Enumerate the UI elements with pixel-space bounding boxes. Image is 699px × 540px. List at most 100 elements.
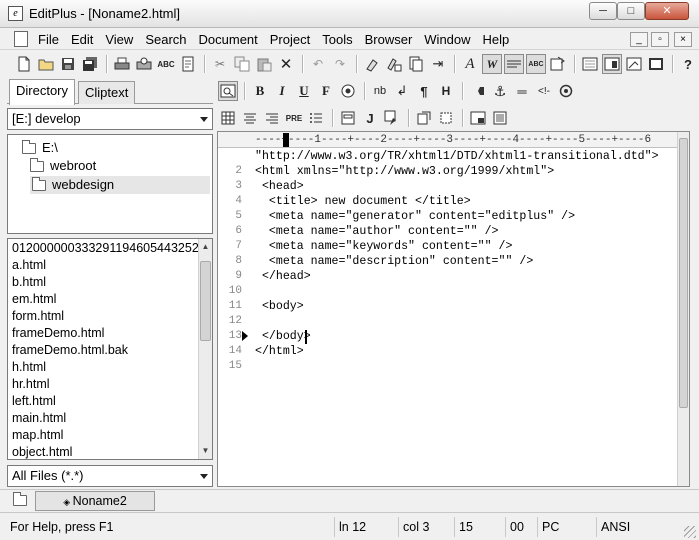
menu-tools[interactable]: Tools [322,32,352,48]
directory-tree[interactable]: E:\ webroot webdesign [7,134,213,234]
code-line[interactable] [255,314,685,329]
tree-item[interactable]: webroot [30,157,96,175]
link-icon[interactable] [468,81,488,101]
font-tag-button[interactable]: F [316,81,336,101]
list-icon[interactable] [306,108,326,128]
copy-icon[interactable] [232,54,252,74]
code-line[interactable]: <meta name="generator" content="editplus… [255,209,685,224]
list-item[interactable]: frameDemo.html [12,325,200,342]
cut-icon[interactable]: ✂ [210,54,230,74]
status-encoding[interactable]: ANSI [596,517,630,537]
table-icon[interactable] [218,108,238,128]
print-preview-icon[interactable] [134,54,154,74]
html-preview-icon[interactable] [218,81,238,101]
line-break-button[interactable]: ↲ [392,81,412,101]
tab-cliptext[interactable]: Cliptext [78,81,136,104]
code-line[interactable]: <body> [255,299,685,314]
code-line[interactable]: <title> new document </title> [255,194,685,209]
file-list-scrollbar[interactable]: ▲ ▼ [198,239,212,459]
toolbar-toggle-icon[interactable] [490,108,510,128]
list-item[interactable]: h.html [12,359,200,376]
menu-edit[interactable]: Edit [71,32,93,48]
close-button[interactable]: ✕ [645,2,689,20]
scroll-thumb[interactable] [200,261,211,341]
script-button[interactable]: J [360,108,380,128]
maximize-button[interactable]: □ [617,2,645,20]
list-item[interactable]: main.html [12,410,200,427]
italic-button[interactable]: I [272,81,292,101]
code-line[interactable]: </html> [255,344,685,359]
mdi-restore-button[interactable]: ▫ [651,32,669,47]
find-in-files-icon[interactable] [406,54,426,74]
list-item[interactable]: form.html [12,308,200,325]
list-item[interactable]: 0120000003332911946054432520 [12,240,200,257]
underline-button[interactable]: U [294,81,314,101]
menu-file[interactable]: File [38,32,59,48]
align-center-icon[interactable] [240,108,260,128]
line-number-icon[interactable]: ABC [526,54,546,74]
code-line[interactable]: <meta name="author" content="" /> [255,224,685,239]
goto-icon[interactable]: ⇥ [428,54,448,74]
code-line[interactable] [255,284,685,299]
tree-item[interactable]: webdesign [30,176,210,194]
menu-browser[interactable]: Browser [365,32,413,48]
fullscreen-icon[interactable] [646,54,666,74]
menu-project[interactable]: Project [270,32,310,48]
font-icon[interactable]: A [460,54,480,74]
resize-grip-icon[interactable] [684,526,696,538]
list-item[interactable]: left.html [12,393,200,410]
save-all-icon[interactable] [80,54,100,74]
horizontal-rule-icon[interactable]: ═ [512,81,532,101]
anchor-icon[interactable]: ⚓ [490,81,510,101]
file-list[interactable]: 0120000003332911946054432520 a.html b.ht… [7,238,213,460]
div-icon[interactable] [436,108,456,128]
html-toolbar-options-icon[interactable] [468,108,488,128]
undo-icon[interactable]: ↶ [308,54,328,74]
code-line[interactable]: "http://www.w3.org/TR/xhtml1/DTD/xhtml1-… [255,149,685,164]
pre-button[interactable]: PRE [284,108,304,128]
list-item[interactable]: hr.html [12,376,200,393]
new-file-icon[interactable] [14,54,34,74]
code-line[interactable]: <html xmlns="http://www.w3.org/1999/xhtm… [255,164,685,179]
find-icon[interactable] [362,54,382,74]
code-line[interactable]: <meta name="description" content="" /> [255,254,685,269]
output-window-icon[interactable] [624,54,644,74]
menu-help[interactable]: Help [483,32,510,48]
status-file-format[interactable]: PC [537,517,559,537]
nbsp-button[interactable]: nb [370,81,390,101]
code-line[interactable]: </head> [255,269,685,284]
image-icon[interactable] [556,81,576,101]
minimize-button[interactable]: ─ [589,2,617,20]
code-editor[interactable]: ----+----1----+----2----+----3----+----4… [217,131,690,487]
editor-scrollbar[interactable] [677,132,689,486]
document-icon[interactable] [14,31,28,47]
style-icon[interactable] [382,108,402,128]
page-setup-icon[interactable] [178,54,198,74]
code-line[interactable]: <head> [255,179,685,194]
list-item[interactable]: b.html [12,274,200,291]
form-icon[interactable] [338,108,358,128]
color-icon[interactable] [338,81,358,101]
scroll-down-icon[interactable]: ▼ [199,444,212,458]
comment-icon[interactable]: <!- [534,81,554,101]
file-filter-select[interactable]: All Files (*.*) [7,465,213,487]
scroll-thumb[interactable] [679,138,688,408]
menu-view[interactable]: View [105,32,133,48]
word-wrap-icon[interactable]: W [482,54,502,74]
folder-icon[interactable] [13,492,27,506]
drive-select[interactable]: [E:] develop [7,108,213,130]
mdi-minimize-button[interactable]: _ [630,32,648,47]
delete-icon[interactable]: ✕ [276,54,296,74]
heading-button[interactable]: H [436,81,456,101]
menu-document[interactable]: Document [199,32,258,48]
code-line[interactable]: <meta name="keywords" content="" /> [255,239,685,254]
list-item[interactable]: em.html [12,291,200,308]
menu-search[interactable]: Search [145,32,186,48]
save-icon[interactable] [58,54,78,74]
help-icon[interactable]: ? [678,54,698,74]
cliptext-window-icon[interactable] [580,54,600,74]
spell-check-icon[interactable]: ABC [156,54,176,74]
code-line[interactable]: </body> [255,329,685,344]
scroll-up-icon[interactable]: ▲ [199,240,212,254]
list-item[interactable]: a.html [12,257,200,274]
